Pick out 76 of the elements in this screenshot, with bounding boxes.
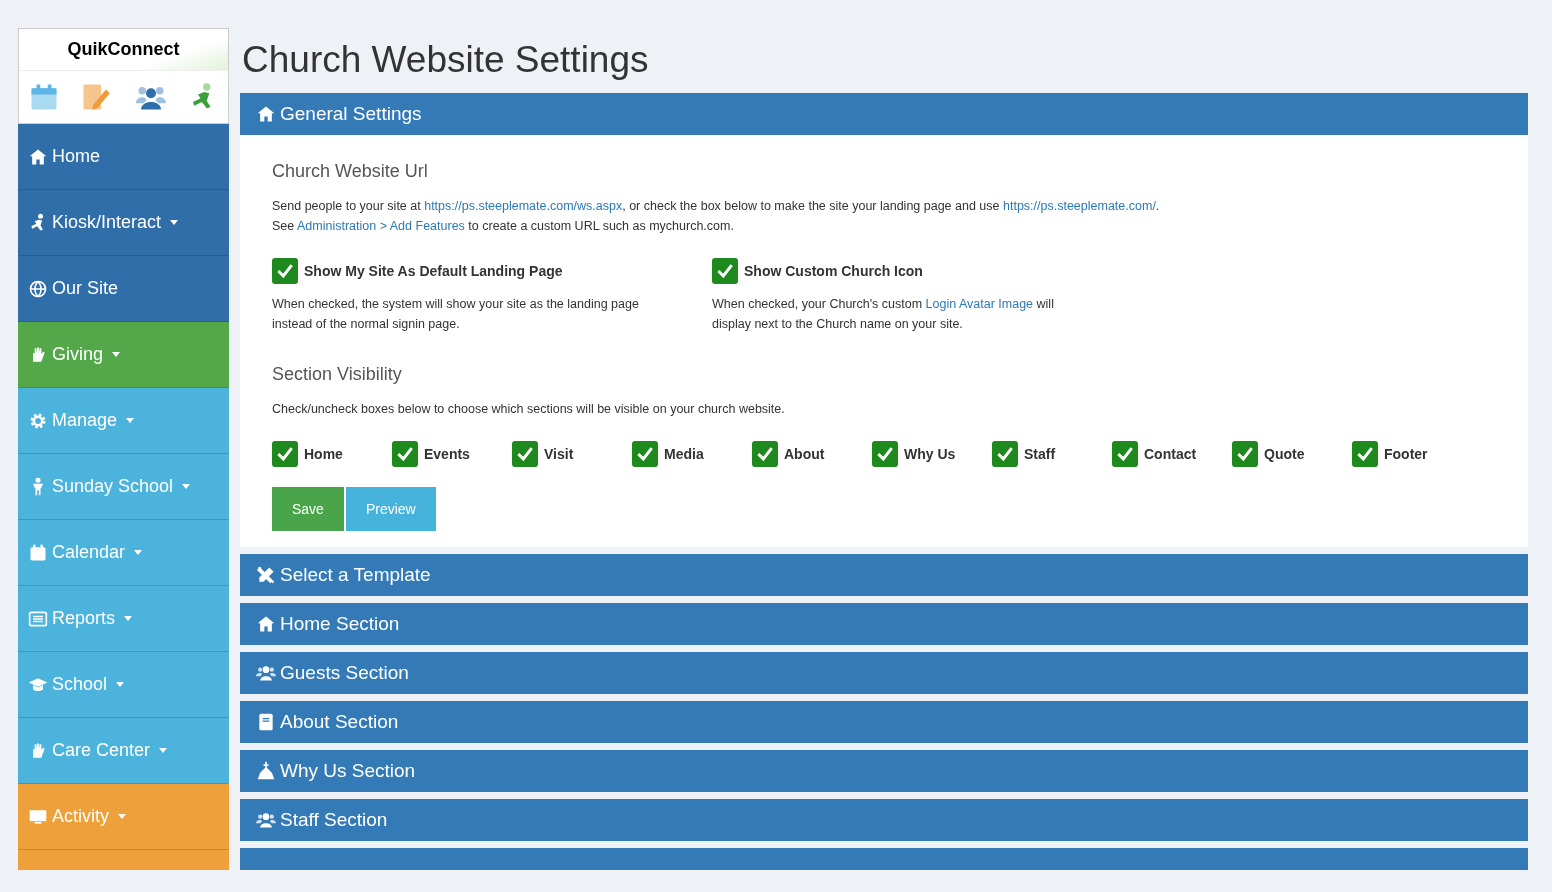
house-icon xyxy=(256,614,276,634)
checkbox[interactable] xyxy=(1232,441,1258,467)
sidebar-item[interactable]: Manage xyxy=(18,388,229,454)
section-label: Why Us xyxy=(904,446,956,462)
sidebar-item[interactable]: Reports xyxy=(18,586,229,652)
people-icon xyxy=(256,810,276,830)
section-label: Visit xyxy=(544,446,574,462)
checkbox[interactable] xyxy=(512,441,538,467)
checkbox[interactable] xyxy=(992,441,1018,467)
preview-button[interactable]: Preview xyxy=(345,487,436,531)
checkmark-icon xyxy=(755,444,775,464)
checkmark-icon xyxy=(1355,444,1375,464)
option-label: Show Custom Church Icon xyxy=(744,263,923,279)
checkmark-icon xyxy=(1235,444,1255,464)
section-heading: Church Website Url xyxy=(272,161,429,182)
calendar-icon xyxy=(28,542,48,563)
checkbox[interactable] xyxy=(1112,441,1138,467)
section-label: About xyxy=(784,446,825,462)
option-label: Show My Site As Default Landing Page xyxy=(304,263,563,279)
house-icon xyxy=(256,104,276,124)
checkbox[interactable] xyxy=(872,441,898,467)
section-label: Events xyxy=(424,446,470,462)
section-header[interactable]: About Section xyxy=(240,701,1528,743)
section-header[interactable]: Why Us Section xyxy=(240,750,1528,792)
checkmark-icon xyxy=(875,444,895,464)
sidebar-item[interactable]: Giving xyxy=(18,322,229,388)
option-description: When checked, the system will show your site as the landing page instead of the normal signin page. xyxy=(272,296,640,333)
checkmark-icon xyxy=(515,444,535,464)
section-heading: Section Visibility xyxy=(272,364,403,385)
page-title: Church Website Settings xyxy=(242,39,650,81)
pencil-icon xyxy=(256,565,276,585)
checkmark-icon xyxy=(635,444,655,464)
section-label: Staff xyxy=(1024,446,1056,462)
checkmark-icon xyxy=(1115,444,1135,464)
checkbox[interactable] xyxy=(1352,441,1378,467)
avatar-link[interactable]: Login Avatar Image xyxy=(925,297,1034,311)
section-header[interactable]: Staff Section xyxy=(240,799,1528,841)
sidebar-item[interactable]: Home xyxy=(18,124,229,190)
visibility-description: Check/uncheck boxes below to choose which sections will be visible on your church website. xyxy=(272,401,786,418)
section-header[interactable]: Home Section xyxy=(240,603,1528,645)
checkbox[interactable] xyxy=(632,441,658,467)
checkmark-icon xyxy=(395,444,415,464)
section-label: Home xyxy=(304,446,343,462)
checkmark-icon xyxy=(275,261,295,281)
checkmark-icon xyxy=(715,261,735,281)
save-button[interactable]: Save xyxy=(272,487,344,531)
sidebar-item[interactable]: Our Site xyxy=(18,256,229,322)
checkbox[interactable] xyxy=(712,258,738,284)
checkbox[interactable] xyxy=(272,441,298,467)
site-link[interactable]: https://ps.steeplemate.com/ xyxy=(1003,199,1156,213)
section-label: Contact xyxy=(1144,446,1197,462)
checkbox[interactable] xyxy=(752,441,778,467)
sidebar-item[interactable]: Kiosk/Interact xyxy=(18,190,229,256)
section-label: Footer xyxy=(1384,446,1428,462)
section-header[interactable]: General Settings xyxy=(240,93,1528,135)
globe-icon xyxy=(28,278,48,299)
checkbox[interactable] xyxy=(392,441,418,467)
sidebar-item[interactable]: School xyxy=(18,652,229,718)
book-icon xyxy=(256,712,276,732)
option-description: When checked, your Church's custom Login Avatar Image will display next to the Church name on your site. xyxy=(712,296,1055,333)
checkmark-icon xyxy=(275,444,295,464)
features-link[interactable]: Administration > Add Features xyxy=(297,219,465,233)
section-header[interactable]: Guests Section xyxy=(240,652,1528,694)
brand-name: QuikConnect xyxy=(67,39,180,60)
url-description: Send people to your site at https://ps.steeplemate.com/ws.aspx, or check the box below to make the site your landing page and use https://ps.steeplemate.com/. xyxy=(272,198,1161,215)
sidebar-item[interactable]: Calendar xyxy=(18,520,229,586)
section-label: Media xyxy=(664,446,704,462)
people-icon xyxy=(256,663,276,683)
section-label: Quote xyxy=(1264,446,1305,462)
checkbox[interactable] xyxy=(272,258,298,284)
url-description: See Administration > Add Features to create a custom URL such as mychurch.com. xyxy=(272,218,735,235)
section-header[interactable]: Select a Template xyxy=(240,554,1528,596)
checkmark-icon xyxy=(995,444,1015,464)
church-icon xyxy=(256,761,276,781)
sidebar-item[interactable]: Care Center xyxy=(18,718,229,784)
sidebar-item[interactable]: Sunday School xyxy=(18,454,229,520)
